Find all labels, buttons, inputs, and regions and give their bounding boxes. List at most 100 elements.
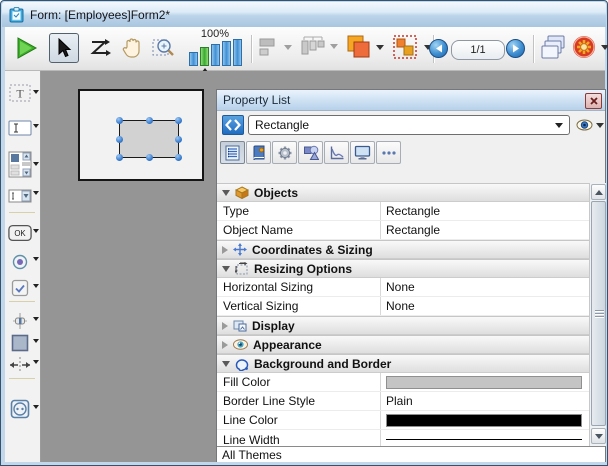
section-display[interactable]: Display xyxy=(217,316,589,335)
section-label: Coordinates & Sizing xyxy=(252,243,373,257)
text-tool-button[interactable]: T xyxy=(8,82,32,104)
zoom-scale-widget[interactable] xyxy=(189,39,243,66)
property-row-type: Type Rectangle xyxy=(217,202,589,221)
listbox-tool-dropdown-icon[interactable] xyxy=(33,162,39,166)
tab-coordinates[interactable] xyxy=(298,141,323,164)
property-value[interactable]: Rectangle xyxy=(380,202,589,220)
property-value[interactable]: Rectangle xyxy=(380,221,589,239)
scroll-down-button[interactable] xyxy=(591,428,606,444)
zoom-tool-button[interactable] xyxy=(149,33,179,63)
resize-handle-e[interactable] xyxy=(175,136,182,143)
edit-code-button[interactable] xyxy=(222,115,244,135)
section-background-and-border[interactable]: Background and Border xyxy=(217,354,589,373)
expand-arrow-icon[interactable] xyxy=(222,246,228,254)
tab-display[interactable] xyxy=(350,141,375,164)
zoom-bar-50[interactable] xyxy=(189,52,198,66)
section-appearance[interactable]: Appearance xyxy=(217,335,589,354)
text-tool-dropdown-icon[interactable] xyxy=(33,90,39,94)
tab-objects[interactable] xyxy=(246,141,271,164)
group-tool-button[interactable] xyxy=(393,35,432,59)
zoom-bar-800[interactable] xyxy=(233,39,242,66)
button-tool-dropdown-icon[interactable] xyxy=(33,229,39,233)
pointer-arrow-icon xyxy=(55,38,73,58)
entry-order-tool-button[interactable] xyxy=(85,33,115,63)
collapse-arrow-icon[interactable] xyxy=(222,266,230,272)
views-button[interactable] xyxy=(538,33,568,63)
run-form-button[interactable] xyxy=(11,33,41,63)
resize-handle-n[interactable] xyxy=(146,117,153,124)
checkbox-tool-button[interactable] xyxy=(8,277,32,299)
align-tool-button[interactable] xyxy=(258,36,292,58)
level-dropdown-arrow-icon[interactable] xyxy=(376,45,384,50)
input-tool-dropdown-icon[interactable] xyxy=(33,124,39,128)
expand-arrow-icon[interactable] xyxy=(222,322,228,330)
checkbox-tool-dropdown-icon[interactable] xyxy=(33,284,39,288)
slider-tool-dropdown-icon[interactable] xyxy=(33,317,39,321)
form-canvas[interactable] xyxy=(78,89,204,181)
property-value[interactable]: Plain xyxy=(380,392,589,410)
section-resizing-options[interactable]: Resizing Options xyxy=(217,259,589,278)
property-list-titlebar[interactable]: Property List xyxy=(217,90,605,111)
combobox-tool-dropdown-icon[interactable] xyxy=(33,191,39,195)
resize-handle-se[interactable] xyxy=(175,154,182,161)
tab-more[interactable] xyxy=(376,141,401,164)
tab-action[interactable] xyxy=(272,141,297,164)
property-value[interactable]: None xyxy=(380,297,589,315)
zoom-bar-100-selected[interactable] xyxy=(200,47,209,66)
resize-handle-ne[interactable] xyxy=(175,117,182,124)
view-options-button[interactable] xyxy=(576,117,604,133)
previous-page-button[interactable] xyxy=(429,39,448,58)
selected-rectangle-object[interactable] xyxy=(119,120,179,158)
form-properties-button[interactable] xyxy=(572,35,608,59)
resize-handle-nw[interactable] xyxy=(116,117,123,124)
splitter-tool-dropdown-icon[interactable] xyxy=(33,360,39,364)
theme-filter-bar[interactable]: All Themes xyxy=(217,446,605,462)
line-color-swatch[interactable] xyxy=(386,414,582,427)
splitter-tool-button[interactable] xyxy=(8,354,32,376)
distribute-dropdown-arrow-icon[interactable] xyxy=(330,44,338,49)
slider-tool-button[interactable] xyxy=(8,310,32,332)
collapse-arrow-icon[interactable] xyxy=(222,190,230,196)
radio-tool-dropdown-icon[interactable] xyxy=(33,257,39,261)
pan-tool-button[interactable] xyxy=(117,33,147,63)
resize-handle-sw[interactable] xyxy=(116,154,123,161)
collapse-arrow-icon[interactable] xyxy=(222,361,230,367)
property-value[interactable]: None xyxy=(380,278,589,296)
object-selector-dropdown[interactable]: Rectangle xyxy=(248,115,570,135)
zoom-bar-400[interactable] xyxy=(222,41,231,66)
plugin-tool-dropdown-icon[interactable] xyxy=(33,405,39,409)
property-list-close-button[interactable] xyxy=(585,93,602,109)
expand-arrow-icon[interactable] xyxy=(222,341,228,349)
pointer-tool-button[interactable] xyxy=(49,33,79,63)
fill-color-swatch[interactable] xyxy=(386,376,582,389)
button-tool-button[interactable]: OK xyxy=(8,222,32,244)
next-page-button[interactable] xyxy=(506,39,525,58)
rectangle-tool-dropdown-icon[interactable] xyxy=(33,339,39,343)
section-coordinates-sizing[interactable]: Coordinates & Sizing xyxy=(217,240,589,259)
tab-events[interactable] xyxy=(324,141,349,164)
zoom-bar-200[interactable] xyxy=(211,44,220,66)
form-properties-dropdown-arrow-icon[interactable] xyxy=(601,45,608,50)
object-tool-strip: T xyxy=(5,71,41,462)
align-dropdown-arrow-icon[interactable] xyxy=(284,45,292,50)
scroll-up-button[interactable] xyxy=(591,184,606,200)
resize-handle-s[interactable] xyxy=(146,154,153,161)
input-tool-button[interactable] xyxy=(8,117,32,139)
scrollbar-thumb[interactable] xyxy=(591,201,606,426)
distribute-tool-button[interactable] xyxy=(300,33,338,59)
listbox-tool-button[interactable] xyxy=(8,150,32,178)
section-label: Background and Border xyxy=(254,357,391,371)
combobox-tool-button[interactable] xyxy=(8,185,32,207)
line-width-preview[interactable] xyxy=(386,439,582,440)
property-grid-scrollbar[interactable] xyxy=(589,183,606,446)
rectangle-tool-button[interactable] xyxy=(8,332,32,354)
form-workspace[interactable]: Property List Rectangle xyxy=(41,71,605,462)
radio-tool-button[interactable] xyxy=(8,251,32,273)
plugin-tool-button[interactable] xyxy=(8,398,32,420)
resize-handle-w[interactable] xyxy=(116,136,123,143)
section-objects[interactable]: Objects xyxy=(217,183,589,202)
window-titlebar[interactable]: Form: [Employees]Form2* xyxy=(2,2,606,27)
level-tool-button[interactable] xyxy=(345,34,384,60)
tool-separator xyxy=(9,378,35,379)
tab-all-properties[interactable] xyxy=(220,141,245,164)
